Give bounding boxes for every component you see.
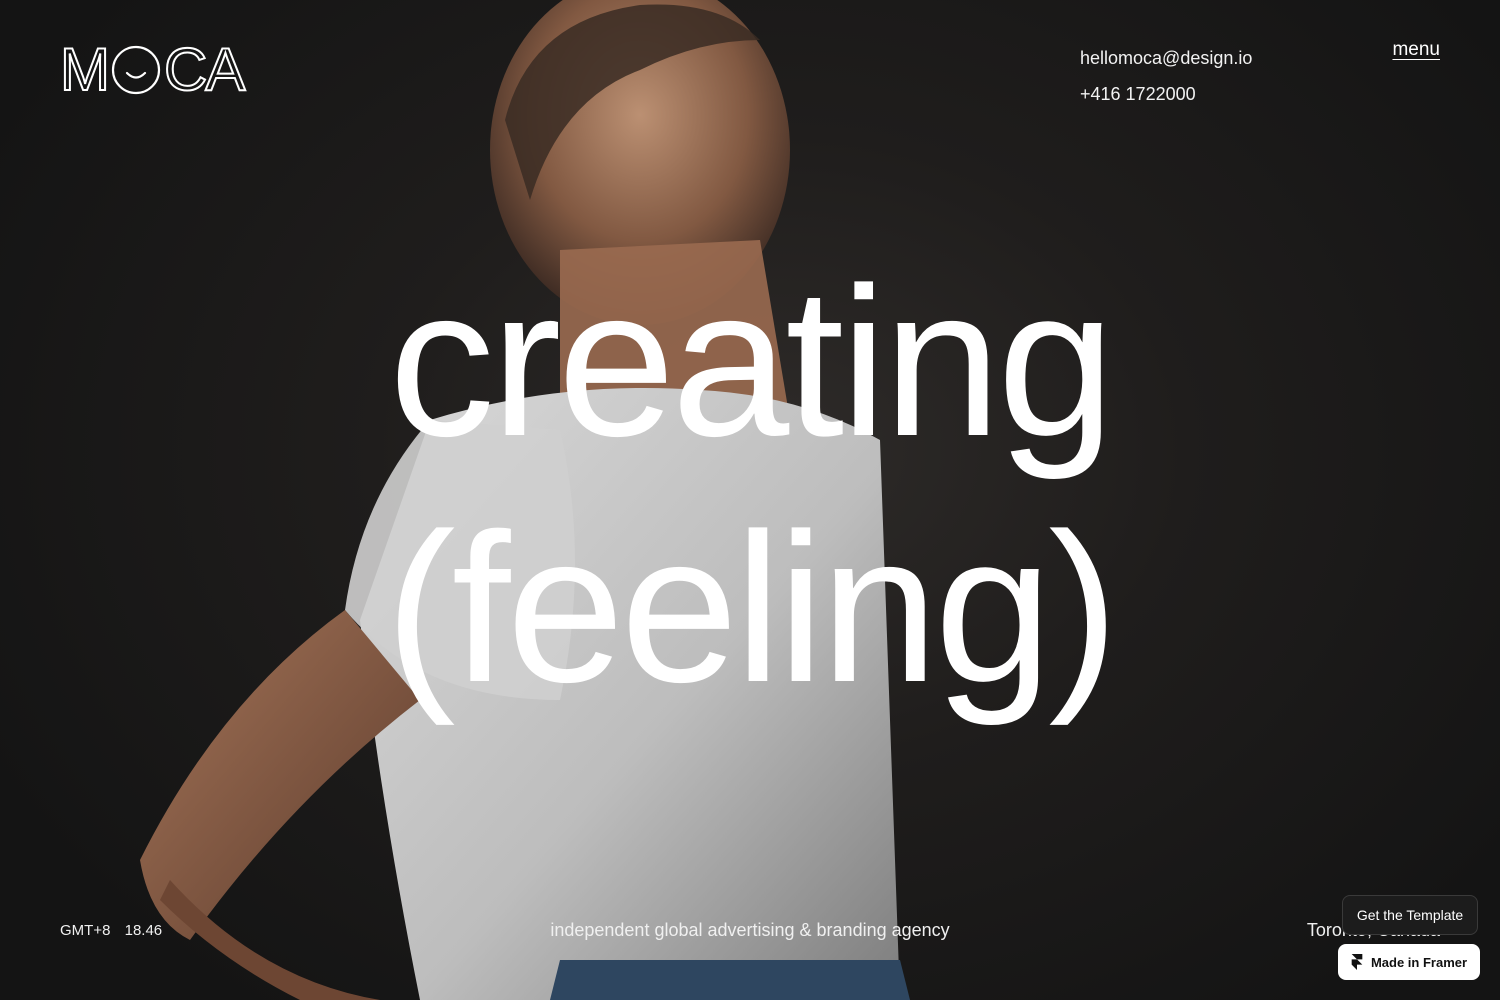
get-template-button[interactable]: Get the Template bbox=[1342, 895, 1478, 935]
headline-line-2: (feeling) bbox=[385, 489, 1119, 726]
logo-letter-a: A bbox=[204, 36, 246, 103]
moca-logo[interactable]: M C A bbox=[59, 36, 246, 103]
logo-letter-c: C bbox=[163, 36, 208, 103]
contact-info: hellomoca@design.io +416 1722000 bbox=[1080, 40, 1252, 112]
smiley-o-icon bbox=[111, 45, 161, 95]
headline-line-1: creating bbox=[388, 243, 1115, 480]
agency-tagline: independent global advertising & brandin… bbox=[550, 920, 950, 940]
menu-button[interactable]: menu bbox=[1392, 39, 1440, 61]
made-in-framer-label: Made in Framer bbox=[1370, 954, 1468, 970]
logo-letter-m: M bbox=[59, 36, 111, 103]
framer-icon bbox=[1351, 954, 1363, 970]
phone-link[interactable]: +416 1722000 bbox=[1080, 76, 1252, 112]
made-in-framer-badge[interactable]: Made in Framer bbox=[1338, 944, 1480, 980]
email-link[interactable]: hellomoca@design.io bbox=[1080, 40, 1252, 76]
page: M C A hellomoca@design.io +416 1722000 m… bbox=[0, 0, 1500, 1000]
